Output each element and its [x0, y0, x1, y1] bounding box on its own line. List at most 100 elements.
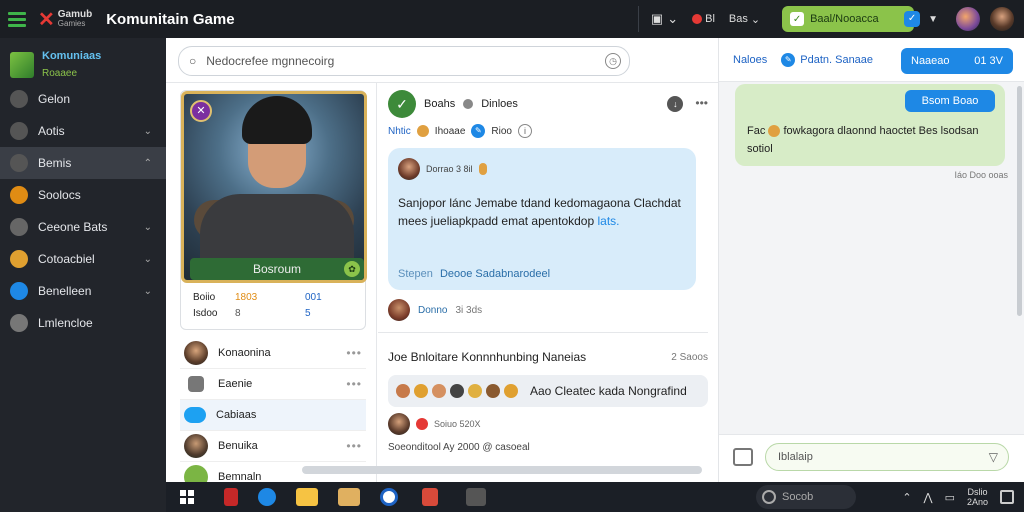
emoji-icon	[414, 384, 428, 398]
sidebar-item-5[interactable]: Cotoacbiel ⌄	[0, 243, 166, 275]
avatar[interactable]	[956, 7, 980, 31]
logo-x-icon: ✕	[38, 8, 55, 31]
app-title: Komunitain Game	[106, 10, 235, 28]
sidebar-header[interactable]: Komuniaas Roaaee	[0, 38, 166, 83]
post-body: Sanjopor lánc Jemabe tdand kedomagaona C…	[398, 194, 686, 230]
avatar[interactable]	[398, 158, 420, 180]
notification-button[interactable]: Bl	[692, 13, 715, 25]
emoji-icon	[396, 384, 410, 398]
game-app-icon[interactable]	[466, 488, 486, 506]
app-icon[interactable]	[224, 488, 238, 506]
sidebar-item-label: Aotis	[38, 124, 65, 138]
sidebar-item-3[interactable]: Soolocs	[0, 179, 166, 211]
message-text: Fac	[747, 125, 766, 137]
clock-line: Dslio	[967, 487, 988, 497]
hamburger-menu-icon[interactable]	[8, 11, 34, 27]
square-icon	[10, 154, 28, 172]
clock[interactable]: Dslio 2Ano	[967, 487, 988, 507]
section-meta: 2 Saoos	[671, 351, 708, 363]
chevron-icon[interactable]: ⌃	[144, 158, 152, 169]
taskbar-search[interactable]: Socob	[756, 485, 856, 509]
sidebar-item-1[interactable]: Aotis ⌄	[0, 115, 166, 147]
browser-icon[interactable]	[258, 488, 276, 506]
footer-link[interactable]: Deooe Sadabnarodeel	[440, 268, 550, 280]
chevron-down-icon[interactable]: ▼	[928, 14, 938, 25]
list-item[interactable]: Benuika •••	[180, 431, 366, 462]
post-date: Soeonditool Ay 2000 @ casoeal	[388, 441, 530, 453]
post-footer: Stepen Deooe Sadabnarodeel	[398, 268, 550, 280]
list-item[interactable]: Eaenie •••	[180, 369, 366, 400]
reactions-row[interactable]: Aao Cleatec kada Nongrafind	[388, 375, 708, 407]
windows-start-icon[interactable]	[180, 490, 194, 504]
avatar[interactable]	[990, 7, 1014, 31]
chevron-up-icon[interactable]: ⌃	[902, 491, 911, 504]
sidebar-item-2[interactable]: Bemis ⌃	[0, 147, 166, 179]
button-count: 01 3V	[974, 55, 1003, 67]
heart-icon[interactable]	[416, 418, 428, 430]
character-card[interactable]: ✕ Bosroum ✿ Boiio 1803 001 Isdoo 8 5	[180, 90, 367, 330]
chevron-icon[interactable]: ⌄	[144, 222, 152, 233]
store-icon[interactable]	[338, 488, 360, 506]
sidebar-item-7[interactable]: Lmlencloe	[0, 307, 166, 339]
info-icon[interactable]: i	[517, 124, 532, 138]
app-icon[interactable]	[380, 488, 398, 506]
sidebar-item-0[interactable]: Gelon	[0, 83, 166, 115]
attach-icon[interactable]	[733, 448, 753, 466]
new-chat-button[interactable]: Naaeao 01 3V	[901, 48, 1013, 74]
character-hair	[242, 96, 312, 144]
list-item[interactable]: Cabiaas	[180, 400, 366, 431]
chat-input[interactable]: Iblalaip ▽	[765, 443, 1009, 471]
more-icon[interactable]: •••	[695, 96, 708, 112]
status-dot-icon	[463, 99, 474, 109]
folder-icon[interactable]	[296, 488, 318, 506]
friend-name: Benuika	[218, 440, 258, 452]
status-button[interactable]: ✓ Baal/Nooacca ✓	[782, 6, 921, 32]
tag-label[interactable]: Nhtic	[388, 126, 411, 137]
download-icon[interactable]: ↓	[667, 96, 684, 112]
tag-label[interactable]: Rioo	[491, 126, 512, 137]
main-content: ○ Nedocrefee mgnnecoirg ◷ ✕ Bosroum ✿ Bo…	[166, 38, 718, 482]
chevron-icon[interactable]: ⌄	[144, 254, 152, 265]
app-icon[interactable]	[422, 488, 438, 506]
user-menu-button[interactable]: Bas ⌄	[729, 13, 760, 26]
emoji-icon	[504, 384, 518, 398]
search-placeholder: Nedocrefee mgnnecoirg	[206, 54, 335, 68]
tab-notes[interactable]: Naloes	[733, 54, 767, 66]
sidebar-item-label: Soolocs	[38, 188, 81, 202]
message-tag[interactable]: Bsom Boao	[905, 90, 995, 112]
reply-author: Donno	[418, 304, 448, 316]
vertical-scrollbar[interactable]	[1017, 86, 1022, 316]
tab-friends[interactable]: ✎ Pdatn. Sanaae	[781, 52, 873, 67]
reply-time: 3i 3ds	[455, 304, 483, 316]
shield-icon: ✓	[904, 11, 921, 27]
sidebar-item-6[interactable]: Benelleen ⌄	[0, 275, 166, 307]
search-input[interactable]: ○ Nedocrefee mgnnecoirg ◷	[178, 46, 630, 76]
list-item[interactable]: Konaonina •••	[180, 338, 366, 369]
settings-icon[interactable]: ✿	[344, 261, 360, 277]
tag-label[interactable]: Ihoaae	[435, 126, 466, 137]
more-icon[interactable]: •••	[346, 439, 362, 453]
comment-row[interactable]: Soiuo 520X	[388, 409, 708, 439]
window-menu-button[interactable]: ▣ ⌄	[651, 11, 678, 27]
sidebar-item-4[interactable]: Ceeone Bats ⌄	[0, 211, 166, 243]
leaf-icon[interactable]: ✓	[388, 90, 416, 118]
post-author[interactable]: Boahs	[424, 98, 455, 110]
horizontal-scrollbar[interactable]	[302, 466, 702, 474]
chevron-icon[interactable]: ⌄	[144, 126, 152, 137]
more-icon[interactable]: •••	[346, 346, 362, 360]
send-icon[interactable]: ▽	[989, 450, 998, 464]
top-bar: ✕ Gamub Gamies Komunitain Game ▣ ⌄ Bl Ba…	[0, 0, 1024, 38]
notification-center-icon[interactable]	[1000, 490, 1014, 504]
post-link[interactable]: lats.	[597, 214, 619, 228]
divider	[166, 82, 718, 83]
more-icon[interactable]: •••	[346, 377, 362, 391]
button-label: Naaeao	[911, 55, 950, 67]
clock-icon[interactable]: ◷	[605, 53, 621, 69]
chevron-icon[interactable]: ⌄	[144, 286, 152, 297]
sidebar-header-subtitle: Roaaee	[42, 68, 78, 79]
character-name-bar: Bosroum ✿	[190, 258, 364, 280]
reply-row[interactable]: Donno 3i 3ds	[388, 292, 708, 328]
network-icon[interactable]: ⋀	[924, 491, 933, 504]
battery-icon[interactable]: ▭	[945, 491, 955, 504]
check-icon: ✓	[790, 12, 805, 26]
